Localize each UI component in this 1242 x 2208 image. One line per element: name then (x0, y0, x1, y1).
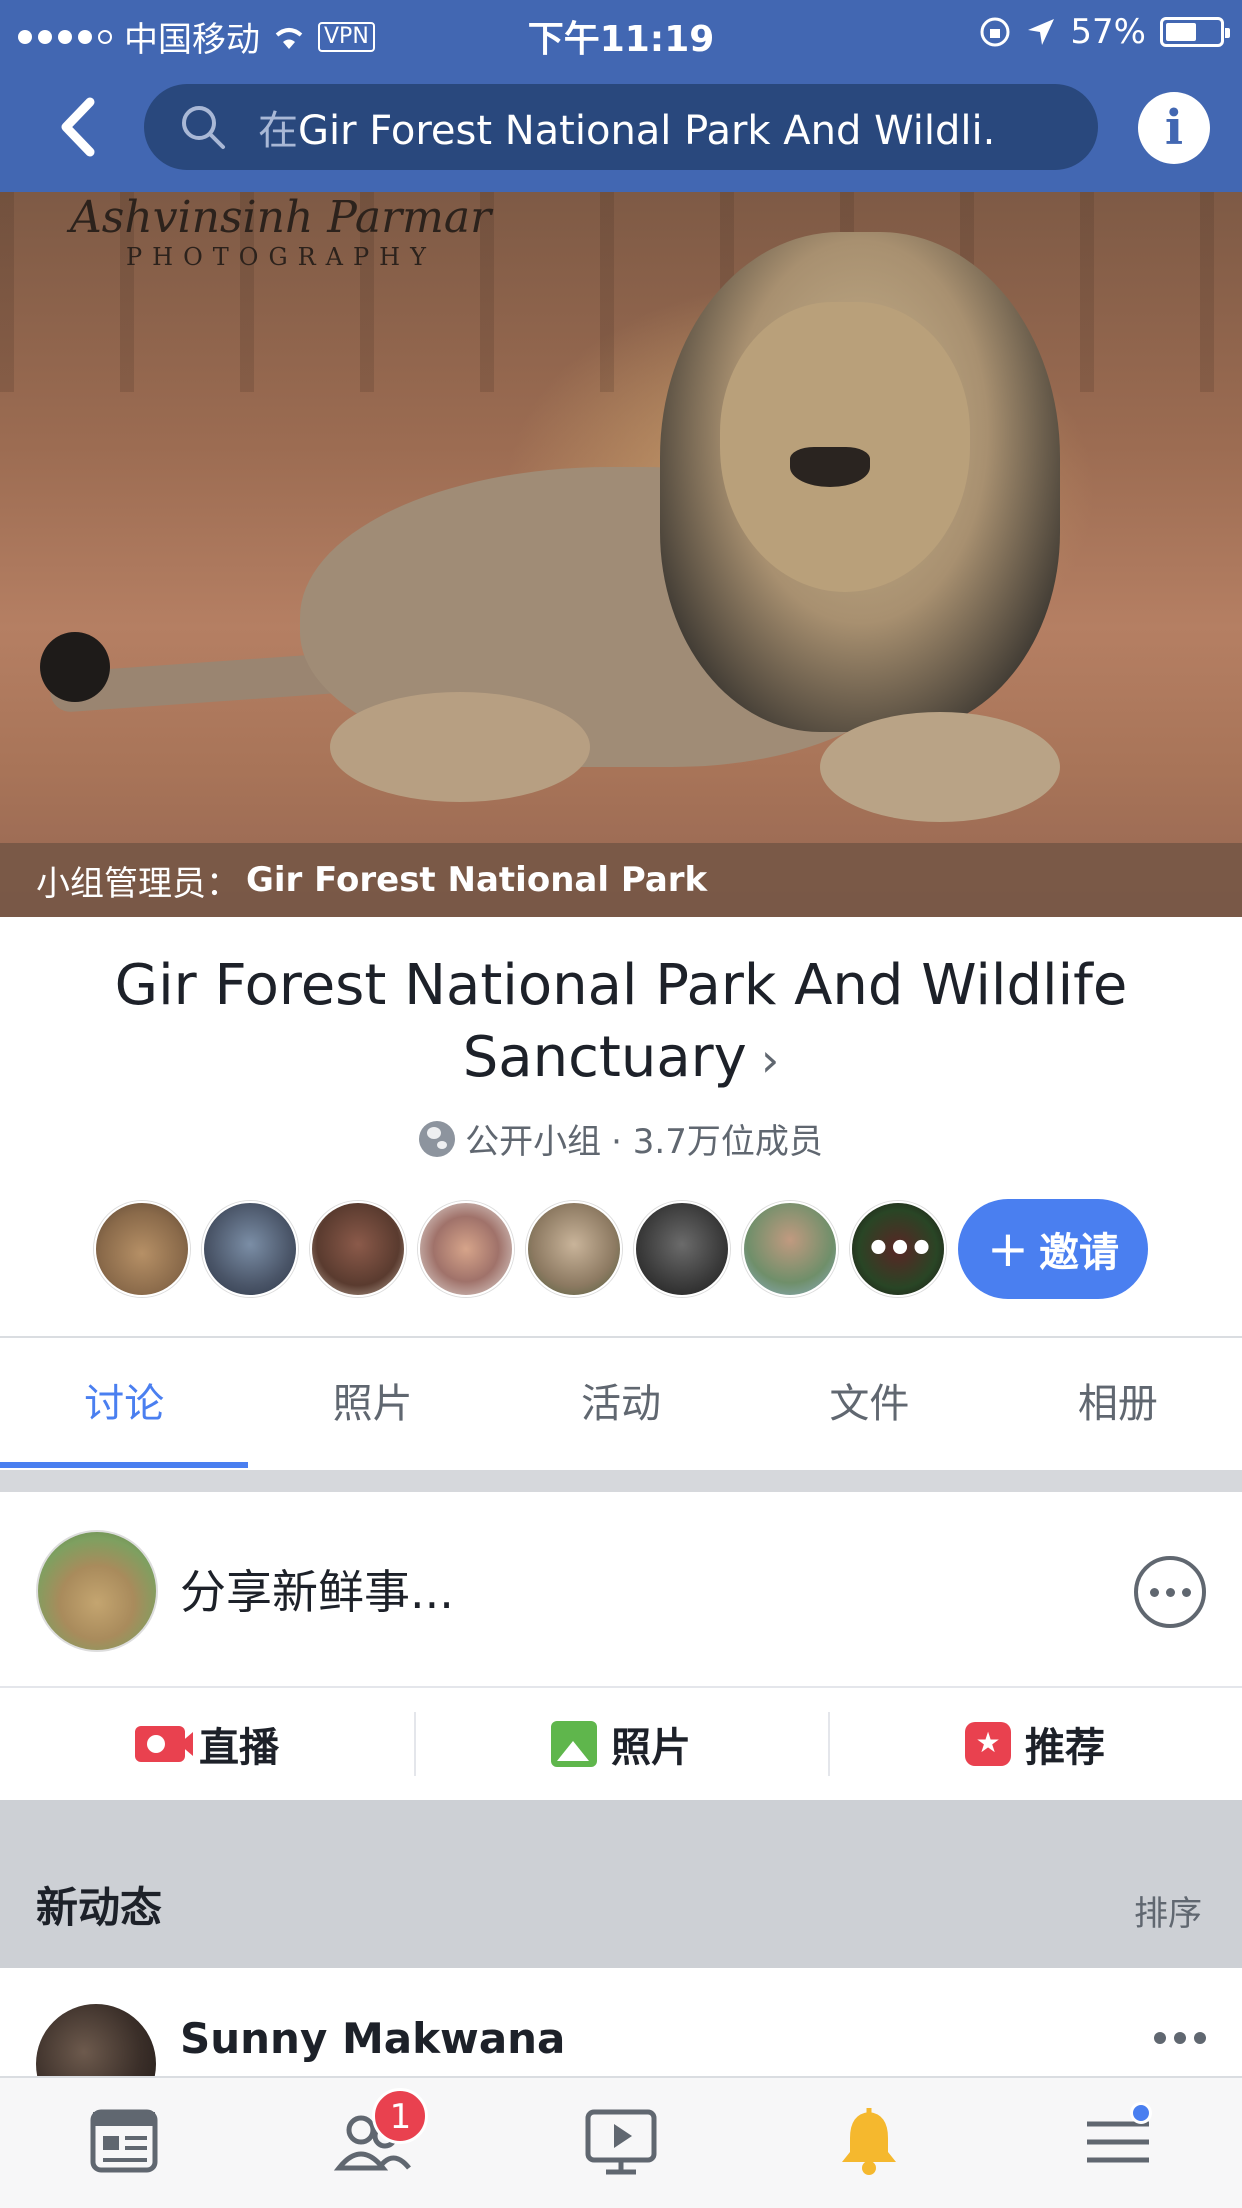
news-feed-icon (90, 2109, 158, 2173)
tab-photos[interactable]: 照片 (248, 1338, 496, 1470)
feed-post[interactable]: Sunny Makwana (0, 1968, 1242, 2078)
tab-discussion[interactable]: 讨论 (0, 1338, 249, 1470)
location-arrow-icon (1028, 19, 1055, 45)
plus-icon: + (987, 1220, 1029, 1278)
admin-bar[interactable]: 小组管理员： Gir Forest National Park (0, 843, 1242, 917)
search-input[interactable]: 在Gir Forest National Park And Wildli... (144, 84, 1098, 170)
search-text: 在Gir Forest National Park And Wildli... (258, 108, 998, 154)
photo-icon (551, 1721, 597, 1767)
friend-requests-badge: 1 (372, 2088, 429, 2144)
globe-icon (419, 1120, 456, 1157)
feed-header-bg (0, 1800, 1242, 1968)
chevron-right-icon: › (760, 1033, 780, 1087)
tab-menu[interactable] (994, 2078, 1242, 2208)
live-video-icon (135, 1726, 193, 1762)
sort-button[interactable]: 排序 (1134, 1886, 1202, 1935)
bottom-tab-bar: 1 (0, 2076, 1242, 2208)
tab-albums[interactable]: 相册 (994, 1338, 1242, 1470)
member-avatars[interactable]: ••• (94, 1200, 946, 1298)
tab-events[interactable]: 活动 (497, 1338, 745, 1470)
recommend-button[interactable]: ★ 推荐 (828, 1688, 1242, 1800)
post-composer[interactable]: 分享新鲜事... (0, 1492, 1242, 1688)
cover-photo[interactable]: Ashvinsinh Parmar PHOTOGRAPHY 小组管理员： Gir… (0, 192, 1242, 917)
live-button[interactable]: 直播 (0, 1688, 414, 1800)
tab-news-feed[interactable] (0, 2078, 248, 2208)
group-privacy: 公开小组 (465, 1122, 602, 1162)
info-icon[interactable]: i (1138, 92, 1210, 164)
avatar[interactable] (418, 1201, 514, 1297)
orientation-lock-icon (980, 17, 1010, 47)
avatar[interactable] (634, 1201, 730, 1297)
status-bar: 中国移动 VPN 下午11:19 57% (0, 0, 1242, 64)
avatar[interactable] (742, 1201, 838, 1297)
feed-title: 新动态 (36, 1883, 163, 1932)
photographer-watermark: Ashvinsinh Parmar PHOTOGRAPHY (70, 192, 492, 271)
group-title[interactable]: Gir Forest National Park And Wildlife Sa… (60, 950, 1182, 1096)
photo-button[interactable]: 照片 (414, 1688, 828, 1800)
avatar[interactable] (36, 2004, 156, 2078)
tab-notifications[interactable] (745, 2078, 993, 2208)
post-more-icon[interactable] (1154, 2032, 1206, 2044)
battery-icon (1160, 17, 1230, 47)
menu-notification-dot (1129, 2102, 1152, 2124)
bell-icon (842, 2108, 897, 2175)
more-members-icon: ••• (852, 1203, 944, 1295)
composer-actions: 直播 照片 ★ 推荐 (0, 1688, 1242, 1800)
admin-label: 小组管理员： (36, 863, 240, 904)
more-options-icon[interactable] (1134, 1556, 1206, 1628)
avatar[interactable] (310, 1201, 406, 1297)
tab-files[interactable]: 文件 (745, 1338, 993, 1470)
avatar[interactable]: ••• (850, 1201, 946, 1297)
composer-prompt[interactable]: 分享新鲜事... (180, 1556, 454, 1622)
avatar[interactable] (526, 1201, 622, 1297)
tab-watch[interactable] (497, 2078, 745, 2208)
post-author[interactable]: Sunny Makwana (180, 2014, 565, 2063)
group-meta: 公开小组 · 3.7万位成员 (0, 1114, 1242, 1163)
back-arrow-icon[interactable] (52, 92, 102, 162)
search-icon (182, 106, 225, 149)
invite-button[interactable]: + 邀请 (958, 1199, 1148, 1299)
battery-percent: 57% (1070, 12, 1146, 52)
avatar[interactable] (202, 1201, 298, 1297)
admin-name[interactable]: Gir Forest National Park (246, 860, 707, 900)
member-count: · 3.7万位成员 (611, 1122, 823, 1162)
tab-friends[interactable]: 1 (248, 2078, 496, 2208)
top-bar: 中国移动 VPN 下午11:19 57% 在Gir Forest Nationa… (0, 0, 1242, 192)
section-gap (0, 1470, 1242, 1492)
video-play-icon (585, 2109, 657, 2175)
avatar[interactable] (94, 1201, 190, 1297)
avatar (36, 1530, 158, 1652)
group-tabs: 讨论 照片 活动 文件 相册 (0, 1338, 1242, 1470)
recommend-icon: ★ (965, 1722, 1011, 1766)
